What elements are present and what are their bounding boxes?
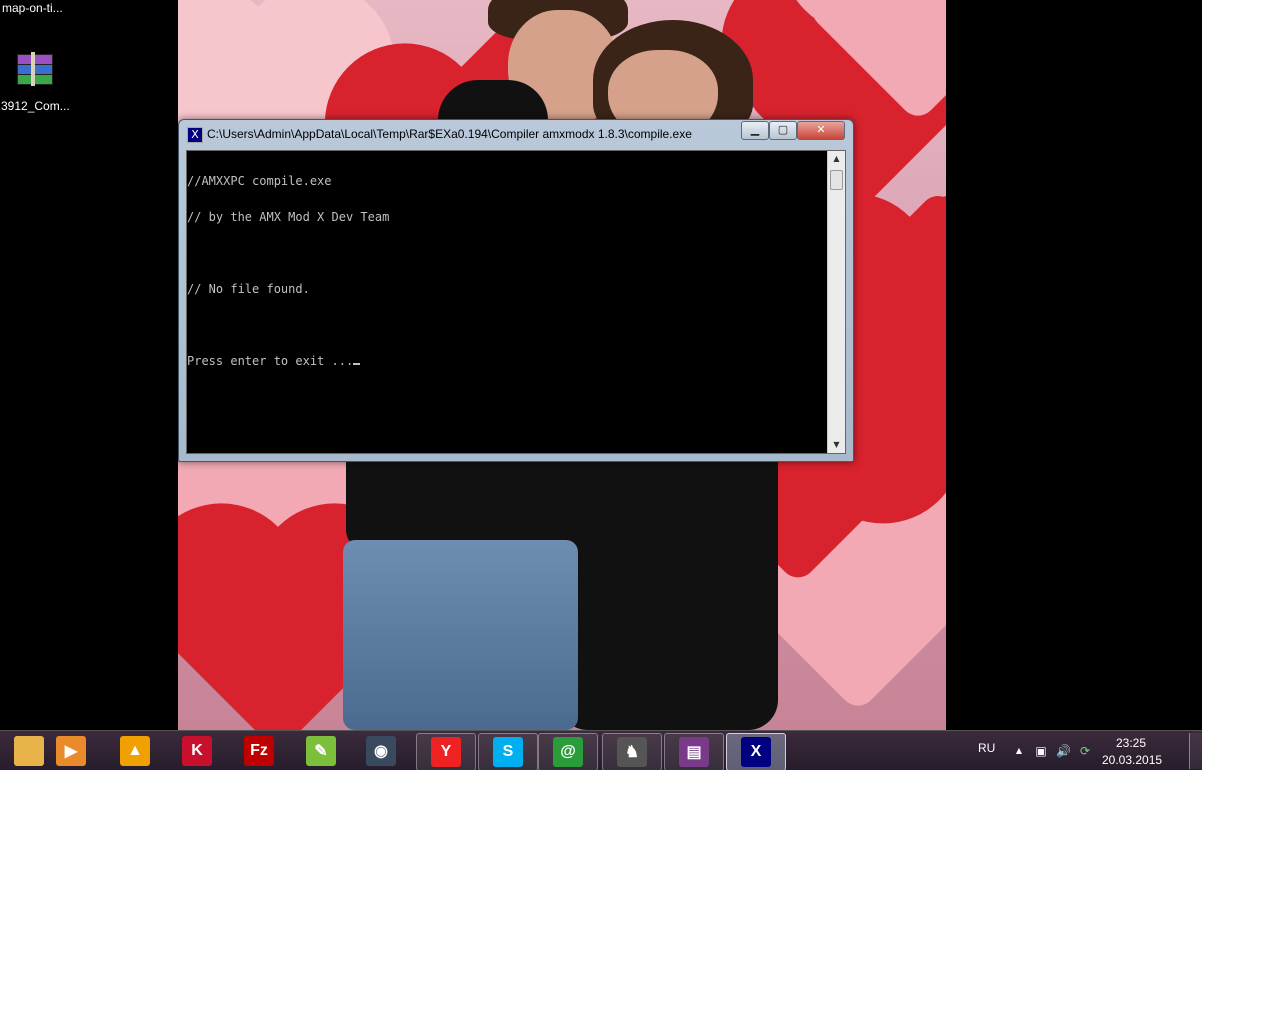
taskbar-button-steam[interactable]: ◉ <box>352 733 410 769</box>
minimize-button[interactable]: ▁ <box>741 121 769 140</box>
text-cursor <box>353 363 361 365</box>
desktop-icon-label: map-on-ti... <box>2 1 63 15</box>
taskbar-button-amxx-compiler[interactable]: X <box>726 733 786 770</box>
taskbar-button-winrar[interactable]: ▤ <box>664 733 724 770</box>
show-hidden-icons-icon[interactable]: ▲ <box>1012 744 1026 758</box>
media-player-icon: ▶ <box>56 736 86 766</box>
winrar-icon: ▤ <box>679 737 709 767</box>
sync-icon[interactable]: ⟳ <box>1078 744 1092 758</box>
console-output-area[interactable]: //AMXXPC compile.exe // by the AMX Mod X… <box>186 150 846 454</box>
taskbar-button-kaspersky[interactable]: K <box>168 733 226 769</box>
maximize-button[interactable]: ▢ <box>769 121 797 140</box>
windows-explorer-icon <box>14 736 44 766</box>
winrar-archive-icon <box>13 50 53 90</box>
desktop: map-on-ti... 3912_Com... X C:\Users\Admi… <box>0 0 1202 770</box>
desktop-icon-label: 3912_Com... <box>1 99 70 113</box>
scroll-up-arrow-icon[interactable]: ▲ <box>828 151 845 167</box>
console-window[interactable]: X C:\Users\Admin\AppData\Local\Temp\Rar$… <box>178 119 854 462</box>
vertical-scrollbar[interactable]: ▲ ▼ <box>827 151 845 453</box>
skype-icon: S <box>493 737 523 767</box>
console-app-icon[interactable]: X <box>187 127 203 143</box>
notepad-plus-icon: ✎ <box>306 736 336 766</box>
taskbar-button-yandex-browser[interactable]: Y <box>416 733 476 770</box>
taskbar: ▶ ▲ K Fz ✎ ◉ Y S @ ♞ ▤ X RU ▲ ▣ 🔊 ⟳ 23:25 20.03.201… <box>0 730 1202 770</box>
close-button[interactable]: ✕ <box>797 121 845 140</box>
desktop-icon-map-file[interactable]: map-on-ti... <box>0 0 75 20</box>
filezilla-icon: Fz <box>244 736 274 766</box>
taskbar-button-skype[interactable]: S <box>478 733 538 770</box>
show-desktop-button[interactable] <box>1189 733 1202 769</box>
scrollbar-thumb[interactable] <box>830 170 843 190</box>
amxx-compiler-icon: X <box>741 737 771 767</box>
console-text: //AMXXPC compile.exe // by the AMX Mod X… <box>187 151 827 451</box>
console-prompt-line: Press enter to exit ... <box>187 355 827 367</box>
window-titlebar[interactable]: X C:\Users\Admin\AppData\Local\Temp\Rar$… <box>179 120 853 148</box>
clock-time: 23:25 <box>1116 736 1147 750</box>
scroll-down-arrow-icon[interactable]: ▼ <box>828 437 845 453</box>
taskbar-button-notepad-plus[interactable]: ✎ <box>292 733 350 769</box>
system-tray: RU ▲ ▣ 🔊 ⟳ 23:25 20.03.2015 <box>972 731 1202 770</box>
desktop-icon-winrar-archive[interactable]: 3912_Com... <box>0 48 75 116</box>
counter-strike-icon: ♞ <box>617 737 647 767</box>
console-line: Press enter to exit ... <box>187 354 354 368</box>
console-line: // by the AMX Mod X Dev Team <box>187 210 390 224</box>
window-title: C:\Users\Admin\AppData\Local\Temp\Rar$EX… <box>207 127 692 141</box>
yandex-browser-icon: Y <box>431 737 461 767</box>
console-line: //AMXXPC compile.exe <box>187 174 332 188</box>
taskbar-button-counter-strike[interactable]: ♞ <box>602 733 662 770</box>
mail-agent-icon: @ <box>553 737 583 767</box>
console-line: // No file found. <box>187 282 310 296</box>
taskbar-button-mail-agent[interactable]: @ <box>538 733 598 770</box>
volume-icon[interactable]: 🔊 <box>1056 744 1071 758</box>
taskbar-button-aimp[interactable]: ▲ <box>106 733 164 769</box>
taskbar-button-media-player[interactable]: ▶ <box>42 733 100 769</box>
network-icon[interactable]: ▣ <box>1034 744 1048 758</box>
kaspersky-icon: K <box>182 736 212 766</box>
language-indicator[interactable]: RU <box>978 741 995 755</box>
taskbar-button-filezilla[interactable]: Fz <box>230 733 288 769</box>
clock-date: 20.03.2015 <box>1102 753 1163 767</box>
aimp-icon: ▲ <box>120 736 150 766</box>
steam-icon: ◉ <box>366 736 396 766</box>
